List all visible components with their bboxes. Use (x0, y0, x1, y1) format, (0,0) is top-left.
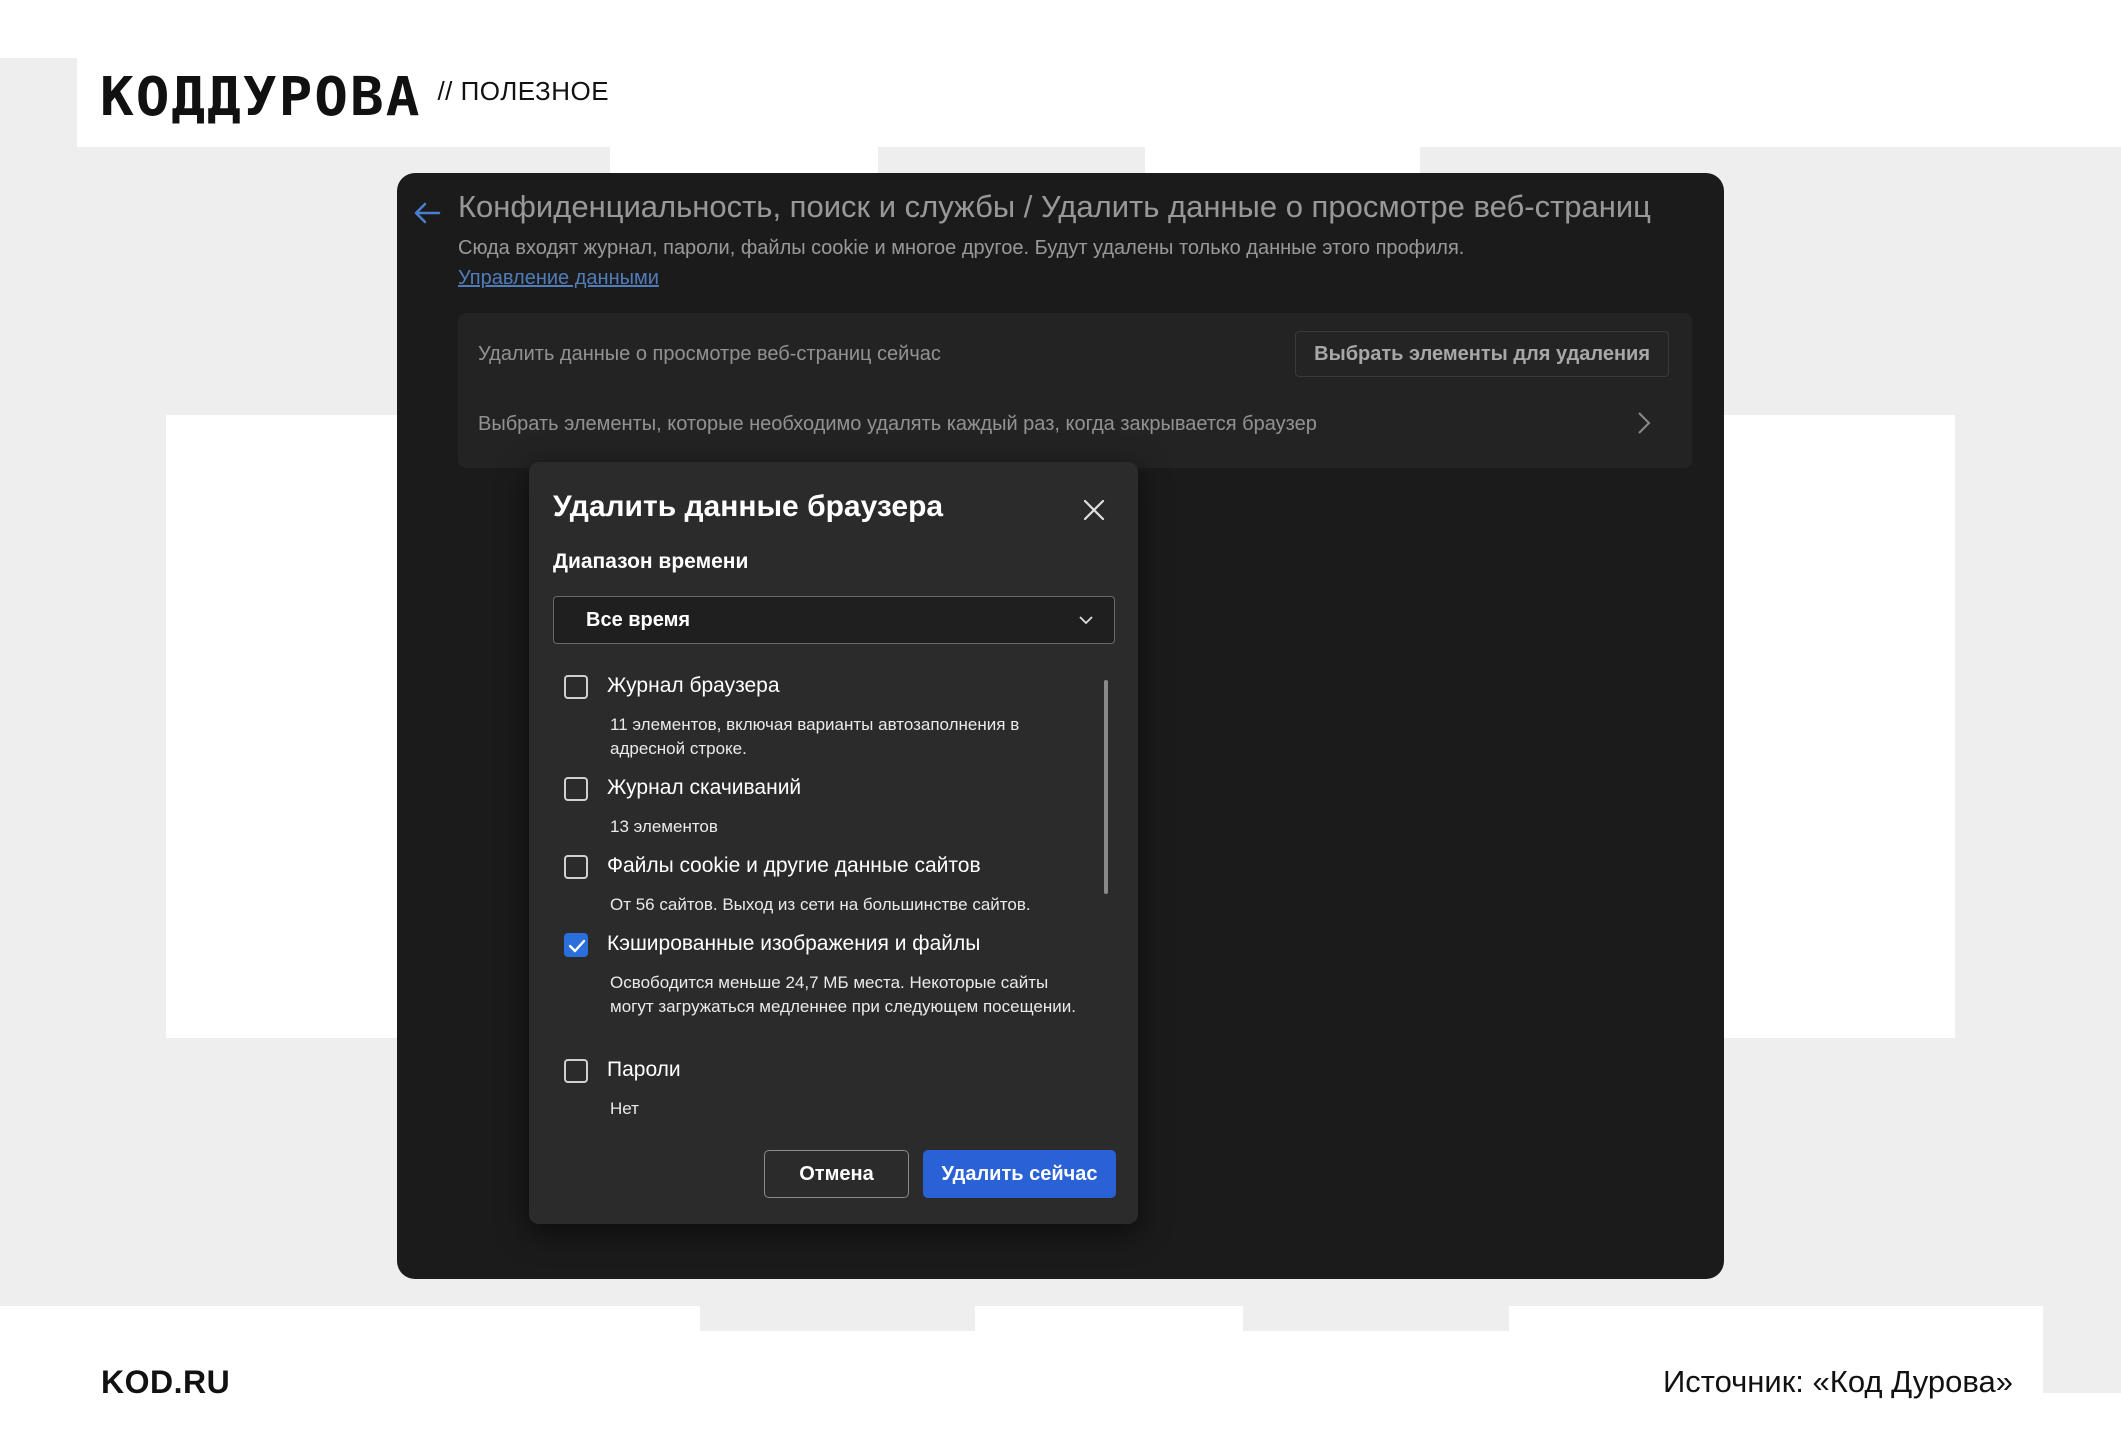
option-description: 13 элементов (610, 817, 718, 836)
choose-items-button[interactable]: Выбрать элементы для удаления (1295, 331, 1669, 377)
checkbox[interactable] (564, 675, 588, 699)
option-description: Нет (610, 1099, 639, 1118)
checkbox[interactable] (564, 777, 588, 801)
data-types-list: Журнал браузера 11 элементов, включая ва… (529, 662, 1138, 1120)
option-description: Освободится меньше 24,7 МБ места. Некото… (610, 973, 1076, 1016)
time-range-label: Диапазон времени (553, 550, 749, 573)
bg-block (700, 1306, 975, 1331)
option-title: Журнал браузера (607, 674, 780, 697)
clear-browser-data-dialog: Удалить данные браузера Диапазон времени… (529, 462, 1138, 1224)
clear-now-label: Удалить данные о просмотре веб-страниц с… (478, 343, 941, 365)
scrollbar[interactable] (1104, 680, 1108, 894)
brand-logo: КОДДУРОВА // ПОЛЕЗНОЕ (100, 70, 609, 126)
page-title: Конфиденциальность, поиск и службы / Уда… (458, 189, 1651, 224)
checkbox[interactable] (564, 855, 588, 879)
clear-on-close-row[interactable]: Выбрать элементы, которые необходимо уда… (478, 413, 1317, 436)
logo-text: КОДДУРОВА (100, 66, 422, 129)
back-arrow-icon[interactable] (409, 195, 445, 231)
checkbox-checked[interactable] (564, 933, 588, 957)
clear-data-card: Удалить данные о просмотре веб-страниц с… (458, 313, 1692, 468)
checkbox[interactable] (564, 1059, 588, 1083)
option-title: Кэшированные изображения и файлы (607, 932, 981, 955)
page-description: Сюда входят журнал, пароли, файлы cookie… (458, 237, 1465, 259)
checkmark-icon (568, 939, 586, 953)
option-description: 11 элементов, включая варианты автозапол… (610, 715, 1020, 758)
time-range-value: Все время (586, 609, 691, 631)
bg-block (2043, 1306, 2121, 1393)
close-icon[interactable] (1081, 497, 1107, 523)
dialog-title: Удалить данные браузера (553, 490, 944, 523)
source-credit: Источник: «Код Дурова» (1662, 1364, 2013, 1399)
chevron-down-icon (1079, 616, 1093, 625)
chevron-right-icon (1638, 412, 1651, 434)
section-label: // ПОЛЕЗНОЕ (437, 76, 610, 106)
time-range-select[interactable]: Все время (553, 596, 1115, 644)
option-title: Журнал скачиваний (607, 776, 802, 799)
bg-block (0, 58, 77, 1306)
site-name: KOD.RU (101, 1364, 231, 1400)
manage-data-link[interactable]: Управление данными (458, 267, 659, 290)
option-title: Файлы cookie и другие данные сайтов (607, 854, 981, 877)
option-description: От 56 сайтов. Выход из сети на большинст… (610, 895, 1031, 914)
cancel-button[interactable]: Отмена (764, 1150, 909, 1198)
bg-block (1243, 1306, 1509, 1331)
delete-now-button[interactable]: Удалить сейчас (923, 1150, 1116, 1198)
option-title: Пароли (607, 1058, 681, 1081)
